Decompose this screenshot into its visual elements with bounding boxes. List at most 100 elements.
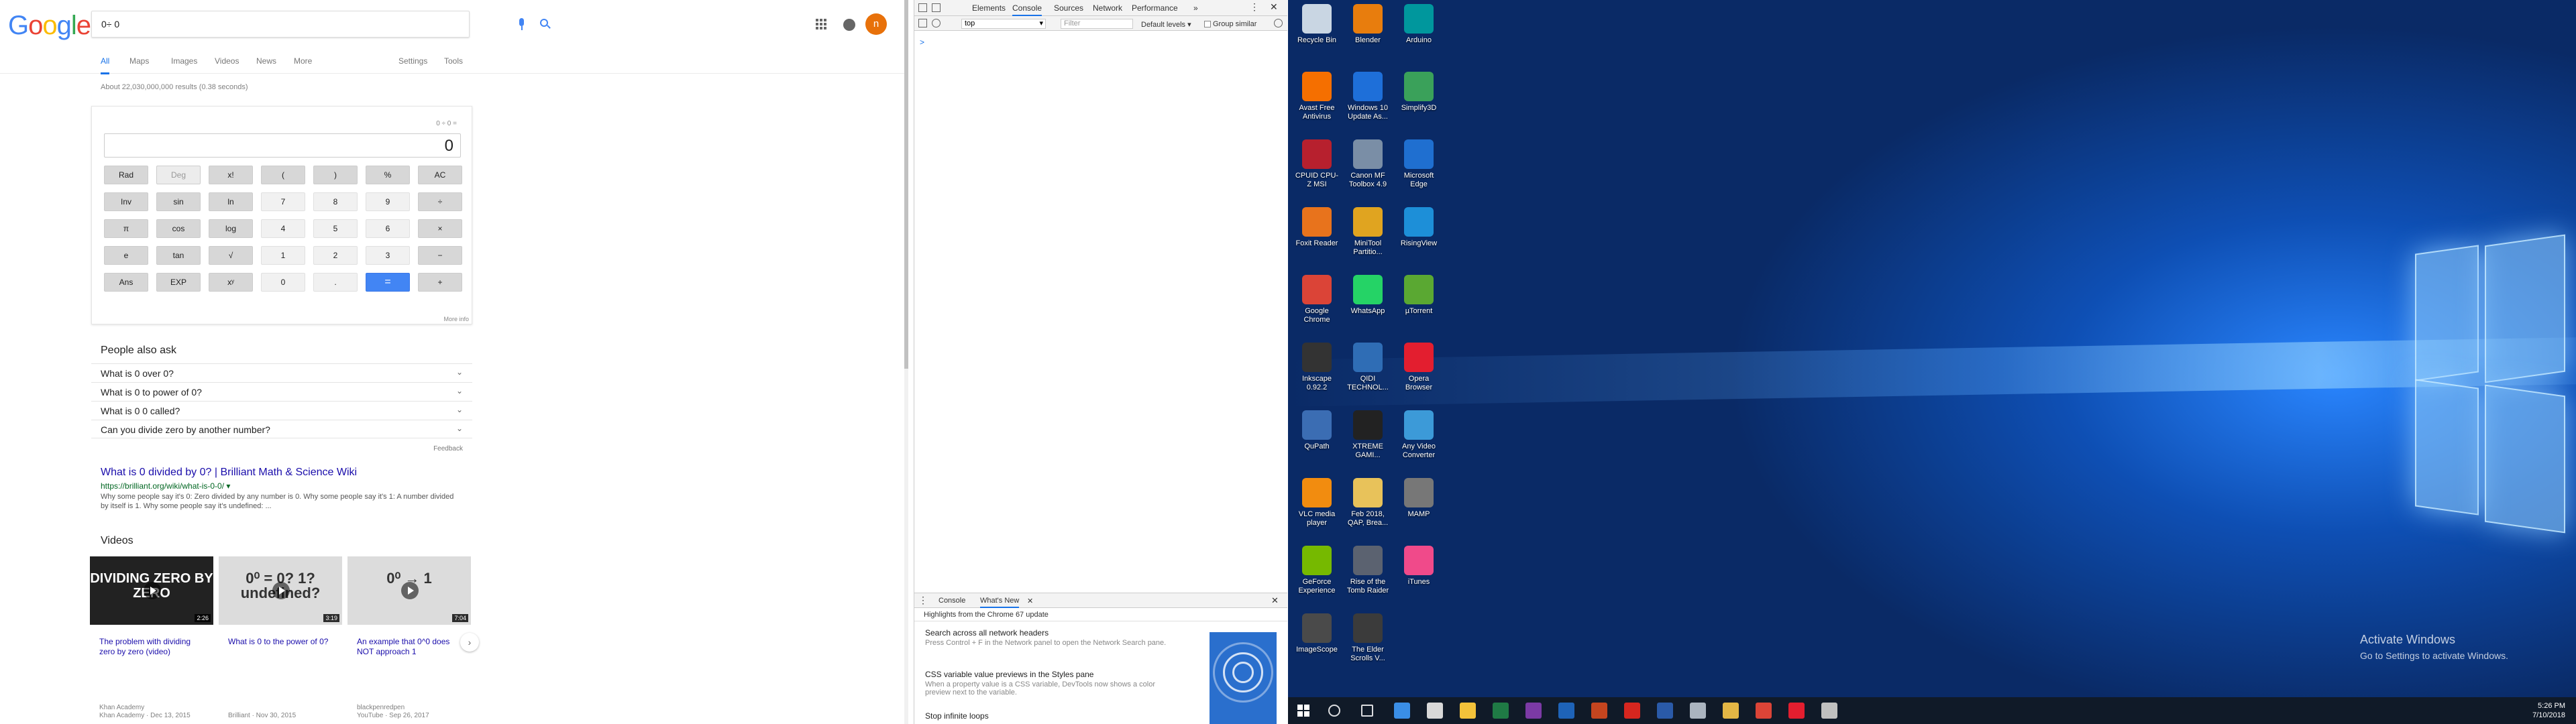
system-tray[interactable]: 5:26 PM 7/10/2018 bbox=[2532, 701, 2565, 720]
calc-key[interactable]: Deg bbox=[156, 166, 201, 184]
drawer-menu-icon[interactable]: ⋮ bbox=[918, 595, 928, 606]
desktop-icon[interactable]: VLC media player bbox=[1293, 478, 1340, 528]
desktop-icon[interactable]: RisingView bbox=[1395, 207, 1442, 248]
kebab-menu-icon[interactable]: ⋮ bbox=[1250, 1, 1259, 13]
tab-tools[interactable]: Tools bbox=[444, 56, 463, 66]
scrollbar[interactable] bbox=[904, 0, 908, 724]
drawer-tab-whats-new[interactable]: What's New bbox=[980, 597, 1020, 608]
play-icon[interactable] bbox=[401, 582, 419, 599]
device-toolbar-icon[interactable] bbox=[932, 3, 941, 12]
play-icon[interactable] bbox=[272, 582, 290, 599]
microphone-icon[interactable] bbox=[517, 18, 525, 32]
calc-key[interactable]: tan bbox=[156, 246, 201, 265]
more-tabs-icon[interactable]: » bbox=[1193, 3, 1198, 13]
tab-images[interactable]: Images bbox=[171, 56, 197, 66]
desktop-icon[interactable]: CPUID CPU-Z MSI bbox=[1293, 139, 1340, 189]
desktop-icon[interactable]: Microsoft Edge bbox=[1395, 139, 1442, 189]
calc-key[interactable]: − bbox=[418, 246, 462, 265]
calc-key[interactable]: ) bbox=[313, 166, 358, 184]
excel-icon[interactable] bbox=[1493, 703, 1509, 719]
desktop-icon[interactable]: Simplify3D bbox=[1395, 72, 1442, 113]
desktop-icon[interactable]: Windows 10 Update As... bbox=[1344, 72, 1391, 121]
checkbox-icon[interactable] bbox=[1204, 21, 1211, 28]
video-title[interactable]: An example that 0^0 does NOT approach 1 bbox=[357, 637, 464, 657]
calc-key[interactable]: . bbox=[313, 273, 358, 292]
filter-input[interactable]: Filter bbox=[1061, 19, 1133, 29]
calc-key[interactable]: ÷ bbox=[418, 192, 462, 211]
clock-time[interactable]: 5:26 PM bbox=[2532, 701, 2565, 711]
calc-key[interactable]: log bbox=[209, 219, 253, 238]
sidebar-toggle-icon[interactable] bbox=[918, 19, 927, 27]
calc-key[interactable]: % bbox=[366, 166, 410, 184]
desktop-icon[interactable]: iTunes bbox=[1395, 546, 1442, 587]
calc-key[interactable]: × bbox=[418, 219, 462, 238]
desktop-icon[interactable]: Arduino bbox=[1395, 4, 1442, 45]
folder-icon[interactable] bbox=[1723, 703, 1739, 719]
video-card[interactable]: DIVIDING ZERO BY ZERO 2:26 The problem w… bbox=[90, 556, 213, 724]
drawer-tab-console[interactable]: Console bbox=[938, 597, 965, 605]
calc-key[interactable]: 0 bbox=[261, 273, 305, 292]
close-drawer-icon[interactable]: ✕ bbox=[1271, 595, 1279, 606]
word-icon[interactable] bbox=[1657, 703, 1673, 719]
video-thumbnail[interactable]: 0⁰ = 0? 1? undefined? 3:19 bbox=[219, 556, 342, 625]
calc-key[interactable]: 9 bbox=[366, 192, 410, 211]
search-icon[interactable] bbox=[1328, 705, 1340, 717]
outlook-icon[interactable] bbox=[1558, 703, 1574, 719]
result-title-link[interactable]: What is 0 divided by 0? | Brilliant Math… bbox=[101, 467, 357, 479]
desktop-icon[interactable]: MiniTool Partitio... bbox=[1344, 207, 1391, 257]
gear-icon[interactable] bbox=[1274, 19, 1283, 27]
feedback-link[interactable]: Feedback bbox=[433, 445, 463, 452]
clear-console-icon[interactable] bbox=[932, 19, 941, 27]
search-icon[interactable] bbox=[540, 19, 551, 29]
desktop-icon[interactable]: Inkscape 0.92.2 bbox=[1293, 343, 1340, 392]
desktop-icon[interactable]: ImageScope bbox=[1293, 613, 1340, 654]
desktop-icon[interactable]: Opera Browser bbox=[1395, 343, 1442, 392]
calc-key[interactable]: x! bbox=[209, 166, 253, 184]
calc-key[interactable]: Rad bbox=[104, 166, 148, 184]
calc-key[interactable]: π bbox=[104, 219, 148, 238]
calc-key[interactable]: + bbox=[418, 273, 462, 292]
calc-key[interactable]: √ bbox=[209, 246, 253, 265]
apps-grid-icon[interactable] bbox=[816, 19, 826, 29]
clock-date[interactable]: 7/10/2018 bbox=[2532, 711, 2565, 720]
opera-icon[interactable] bbox=[1788, 703, 1805, 719]
desktop-icon[interactable]: Avast Free Antivirus bbox=[1293, 72, 1340, 121]
desktop-icon[interactable]: µTorrent bbox=[1395, 275, 1442, 316]
tab-all[interactable]: All bbox=[101, 56, 110, 74]
calc-key[interactable]: 8 bbox=[313, 192, 358, 211]
scrollbar-thumb[interactable] bbox=[904, 0, 908, 369]
video-title[interactable]: What is 0 to the power of 0? bbox=[228, 637, 335, 647]
video-title[interactable]: The problem with dividing zero by zero (… bbox=[99, 637, 207, 657]
calc-key[interactable]: sin bbox=[156, 192, 201, 211]
tab-console[interactable]: Console bbox=[1012, 3, 1042, 16]
close-tab-icon[interactable]: ✕ bbox=[1027, 597, 1033, 605]
calc-key[interactable]: Ans bbox=[104, 273, 148, 292]
context-select[interactable]: top ▾ bbox=[961, 19, 1046, 29]
tab-performance[interactable]: Performance bbox=[1132, 3, 1178, 13]
close-icon[interactable]: ✕ bbox=[1270, 1, 1278, 13]
paa-question[interactable]: What is 0 0 called? ⌄ bbox=[91, 401, 472, 420]
desktop-icon[interactable]: Foxit Reader bbox=[1293, 207, 1340, 248]
app-icon[interactable] bbox=[1821, 703, 1837, 719]
desktop-icon[interactable]: The Elder Scrolls V... bbox=[1344, 613, 1391, 663]
calc-key[interactable]: EXP bbox=[156, 273, 201, 292]
calc-key[interactable]: ln bbox=[209, 192, 253, 211]
desktop-icon[interactable]: Recycle Bin bbox=[1293, 4, 1340, 45]
notifications-icon[interactable] bbox=[843, 19, 855, 31]
whats-new-item[interactable]: CSS variable value previews in the Style… bbox=[925, 670, 1167, 697]
calc-key[interactable]: 2 bbox=[313, 246, 358, 265]
acrobat-icon[interactable] bbox=[1624, 703, 1640, 719]
desktop-icon[interactable]: Canon MF Toolbox 4.9 bbox=[1344, 139, 1391, 189]
desktop-icon[interactable]: QuPath bbox=[1293, 410, 1340, 451]
desktop-icon[interactable]: WhatsApp bbox=[1344, 275, 1391, 316]
calc-key[interactable]: 1 bbox=[261, 246, 305, 265]
result-url[interactable]: https://brilliant.org/wiki/what-is-0-0/ … bbox=[101, 481, 230, 491]
calc-key[interactable]: e bbox=[104, 246, 148, 265]
file-explorer-icon[interactable] bbox=[1460, 703, 1476, 719]
calc-key[interactable]: 3 bbox=[366, 246, 410, 265]
tab-sources[interactable]: Sources bbox=[1054, 3, 1083, 13]
calc-key[interactable]: ( bbox=[261, 166, 305, 184]
video-thumbnail[interactable]: 0⁰ → 1 7:04 bbox=[347, 556, 471, 625]
desktop-icon[interactable]: Blender bbox=[1344, 4, 1391, 45]
more-info-link[interactable]: More info bbox=[443, 316, 469, 322]
